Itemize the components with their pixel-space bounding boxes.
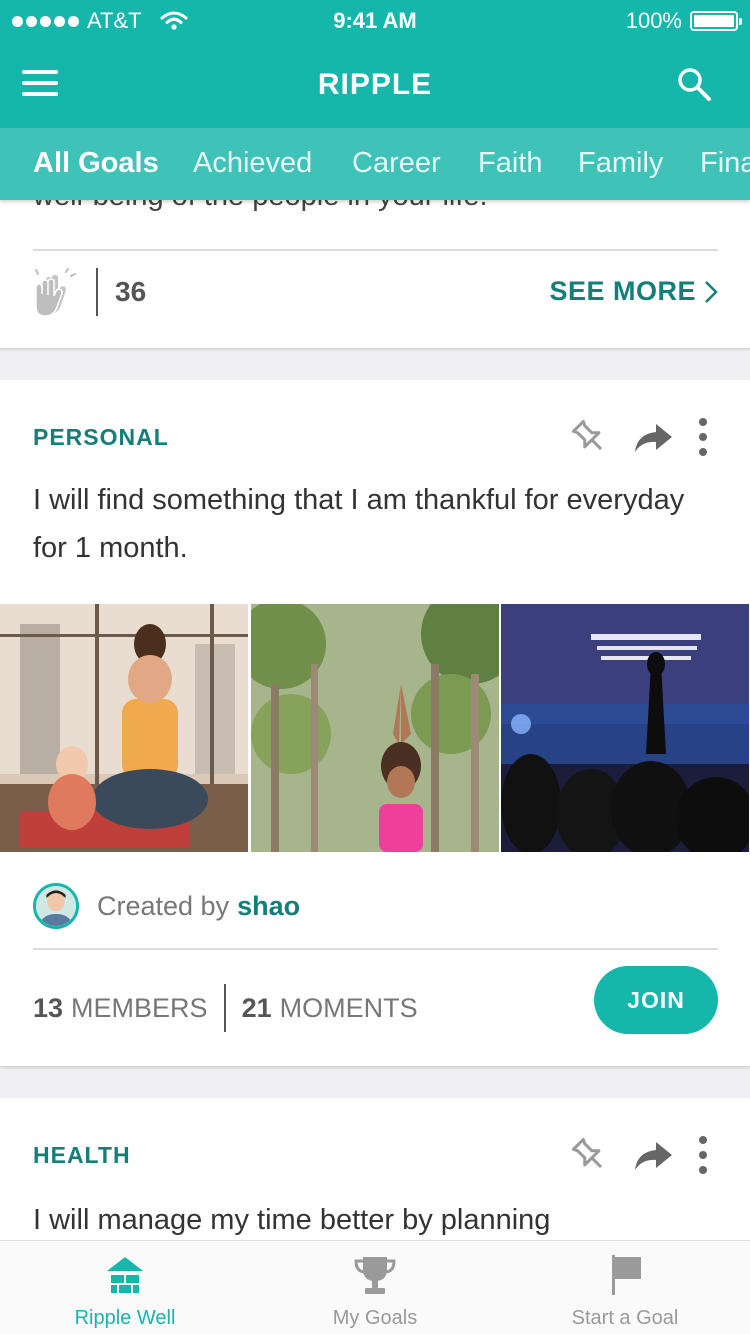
photo-meditation[interactable] [0, 604, 248, 852]
flag-icon [612, 1255, 641, 1295]
creator-name-link[interactable]: shao [237, 891, 300, 922]
bottom-tab-bar: Ripple Well My Goals Start a Goal [0, 1240, 750, 1334]
goal-category: PERSONAL [33, 424, 169, 450]
divider [33, 249, 718, 251]
see-more-label: SEE MORE [549, 276, 696, 306]
tab-finance[interactable]: Fina [700, 147, 750, 180]
avatar[interactable] [33, 883, 79, 929]
tab-my-goals[interactable]: My Goals [250, 1241, 500, 1334]
pin-icon[interactable] [568, 416, 610, 458]
tab-ripple-well[interactable]: Ripple Well [0, 1241, 250, 1334]
tab-achieved[interactable]: Achieved [193, 147, 312, 180]
clap-count: 36 [115, 276, 147, 307]
tab-start-goal[interactable]: Start a Goal [500, 1241, 750, 1334]
join-button[interactable]: JOIN [594, 966, 718, 1034]
clap-icon[interactable] [32, 268, 78, 318]
battery-info: 100% [625, 8, 742, 34]
goal-category: HEALTH [33, 1142, 131, 1168]
battery-percent: 100% [625, 8, 682, 33]
tab-family[interactable]: Family [578, 147, 663, 180]
goal-title: I will find something that I am thankful… [33, 484, 685, 564]
creator-info: Created by shao [33, 883, 300, 929]
moments-count: 21 [241, 992, 272, 1023]
tab-label: My Goals [332, 1307, 418, 1329]
search-icon[interactable] [676, 66, 712, 102]
card-actions [568, 1134, 710, 1176]
goal-stats: 13 MEMBERS 21 MOMENTS [33, 984, 418, 1032]
category-tabs: All Goals Achieved Career Faith Family F… [0, 128, 750, 200]
tab-career[interactable]: Career [352, 147, 441, 180]
goal-photos [0, 604, 750, 852]
well-icon [107, 1257, 143, 1293]
app-title: RIPPLE [317, 68, 433, 101]
card-actions [568, 416, 710, 458]
tab-label: Ripple Well [74, 1307, 176, 1329]
goal-title: I will manage my time better by planning [33, 1204, 551, 1236]
share-icon[interactable] [632, 1134, 674, 1176]
chevron-right-icon [705, 280, 718, 303]
trophy-icon [354, 1257, 396, 1294]
moments-label: MOMENTS [279, 992, 418, 1023]
tab-faith[interactable]: Faith [478, 147, 542, 180]
tab-all-goals[interactable]: All Goals [33, 147, 159, 180]
see-more-link[interactable]: SEE MORE [549, 276, 718, 307]
goal-card-personal[interactable]: PERSONAL I will find something that I am… [0, 380, 750, 1066]
pin-icon[interactable] [568, 1134, 610, 1176]
more-options-icon[interactable] [696, 416, 710, 458]
created-by-label: Created by [97, 890, 230, 921]
tab-label: Start a Goal [571, 1307, 679, 1329]
members-label: MEMBERS [71, 992, 208, 1023]
divider [33, 948, 718, 950]
photo-yoga[interactable] [251, 604, 499, 852]
separator [96, 268, 98, 316]
battery-icon [690, 11, 742, 31]
photo-worship[interactable] [501, 604, 749, 852]
share-icon[interactable] [632, 416, 674, 458]
status-bar: AT&T 9:41 AM 100% [0, 0, 750, 40]
nav-bar: RIPPLE [0, 40, 750, 128]
members-count: 13 [33, 992, 64, 1023]
separator [223, 984, 226, 1032]
app-header: AT&T 9:41 AM 100% RIPPLE All Goals Achie… [0, 0, 750, 200]
more-options-icon[interactable] [696, 1134, 710, 1176]
